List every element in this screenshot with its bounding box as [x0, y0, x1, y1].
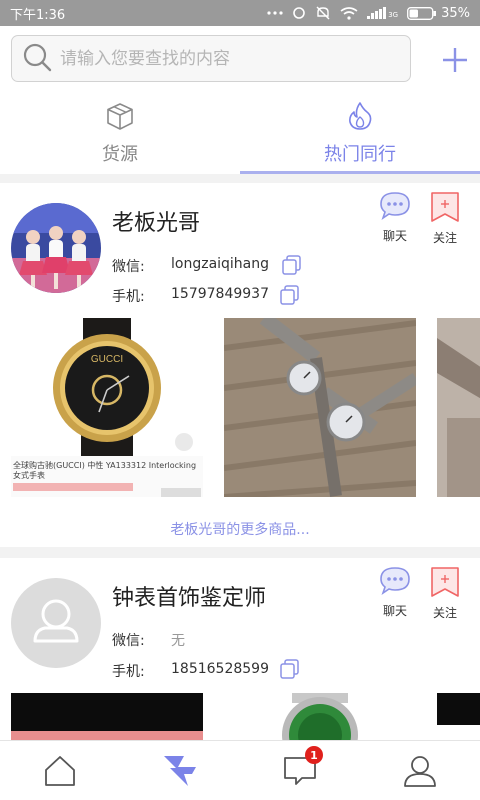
search-box[interactable] — [11, 35, 411, 82]
chat-button[interactable]: 聊天 — [375, 191, 415, 244]
avatar-placeholder[interactable] — [11, 578, 101, 668]
nav-hot[interactable] — [120, 741, 240, 800]
follow-button[interactable]: 关注 — [425, 191, 465, 246]
tab-hot-peers[interactable]: 热门同行 — [240, 92, 480, 174]
wechat-value: longzaiqihang — [171, 256, 270, 272]
follow-button[interactable]: 关注 — [425, 566, 465, 621]
product-thumbnail[interactable] — [11, 693, 203, 740]
product-thumbnail[interactable]: GUCCI 全球购古驰(GUCCI) 中性 YA133312 Interlock… — [11, 318, 203, 497]
chat-button[interactable]: 聊天 — [375, 566, 415, 619]
signal-icon: 3G — [367, 7, 398, 19]
wifi-icon — [340, 6, 358, 20]
search-icon — [22, 42, 52, 76]
tab-label-hot-peers: 热门同行 — [324, 144, 396, 165]
tab-supply[interactable]: 货源 — [0, 92, 240, 174]
profile-icon — [404, 756, 436, 787]
phone-label: 手机: — [112, 289, 145, 305]
seller-name: 老板光哥 — [112, 211, 201, 236]
copy-icon[interactable] — [279, 284, 301, 306]
product-caption: 全球购古驰(GUCCI) 中性 YA133312 Interlocking 女式… — [13, 461, 197, 480]
product-thumbnail[interactable] — [437, 318, 480, 497]
search-row — [0, 26, 480, 92]
wechat-label: 微信: — [112, 259, 145, 275]
home-icon — [45, 756, 75, 786]
mute-icon — [315, 6, 331, 20]
seller-card: 老板光哥 微信: longzaiqihang 手机: 15797849937 聊… — [0, 183, 480, 547]
nav-home[interactable] — [0, 741, 120, 800]
product-price — [13, 483, 133, 491]
phone-label: 手机: — [112, 664, 145, 680]
chat-bubble-icon — [379, 191, 411, 225]
flame-icon — [345, 92, 375, 135]
chat-label: 聊天 — [382, 604, 407, 618]
bookmark-plus-icon — [430, 191, 460, 227]
tab-bar: 货源 热门同行 — [0, 92, 480, 174]
status-icons: 3G 35% — [267, 6, 470, 21]
avatar[interactable] — [11, 203, 101, 293]
chat-bubble-icon — [379, 566, 411, 600]
status-bar: 下午1:36 3G 35% — [0, 0, 480, 26]
bookmark-plus-icon — [430, 566, 460, 602]
app-screen: 下午1:36 3G 35% 请输入您要查找的内容 货源 热门同行 老板光哥 微信… — [0, 0, 480, 800]
wechat-value: 无 — [171, 633, 185, 649]
copy-icon[interactable] — [281, 254, 303, 276]
product-thumbnail[interactable] — [224, 318, 416, 497]
bottom-nav: 1 — [0, 740, 480, 800]
nav-messages[interactable]: 1 — [240, 741, 360, 800]
network-type: 3G — [388, 11, 399, 19]
product-strip — [0, 693, 480, 740]
battery-level: 35% — [441, 5, 470, 21]
search-input[interactable] — [60, 48, 390, 69]
status-time: 下午1:36 — [10, 7, 66, 23]
follow-label: 关注 — [432, 231, 457, 245]
box-icon — [105, 92, 135, 135]
nav-profile[interactable] — [360, 741, 480, 800]
sync-icon — [292, 6, 306, 20]
seller-card: 钟表首饰鉴定师 微信: 无 手机: 18516528599 聊天 关注 — [0, 558, 480, 740]
plus-icon — [443, 48, 467, 72]
lightning-icon — [164, 756, 196, 786]
product-strip: GUCCI 全球购古驰(GUCCI) 中性 YA133312 Interlock… — [0, 318, 480, 497]
more-products-link[interactable]: 老板光哥的更多商品... — [0, 519, 480, 539]
battery: 35% — [407, 6, 470, 21]
product-thumbnail[interactable] — [224, 693, 416, 740]
product-thumbnail[interactable] — [437, 693, 480, 740]
wechat-label: 微信: — [112, 633, 145, 649]
more-dots-icon — [267, 10, 283, 16]
chat-label: 聊天 — [382, 229, 407, 243]
phone-value: 18516528599 — [171, 661, 269, 677]
phone-value: 15797849937 — [171, 286, 269, 302]
seller-name: 钟表首饰鉴定师 — [112, 586, 267, 611]
tab-label-supply: 货源 — [102, 144, 138, 165]
add-button[interactable] — [437, 42, 473, 78]
copy-icon[interactable] — [279, 658, 301, 680]
message-badge: 1 — [305, 746, 323, 764]
brand-text: GUCCI — [91, 354, 123, 365]
user-silhouette-icon — [33, 599, 79, 643]
follow-label: 关注 — [432, 606, 457, 620]
